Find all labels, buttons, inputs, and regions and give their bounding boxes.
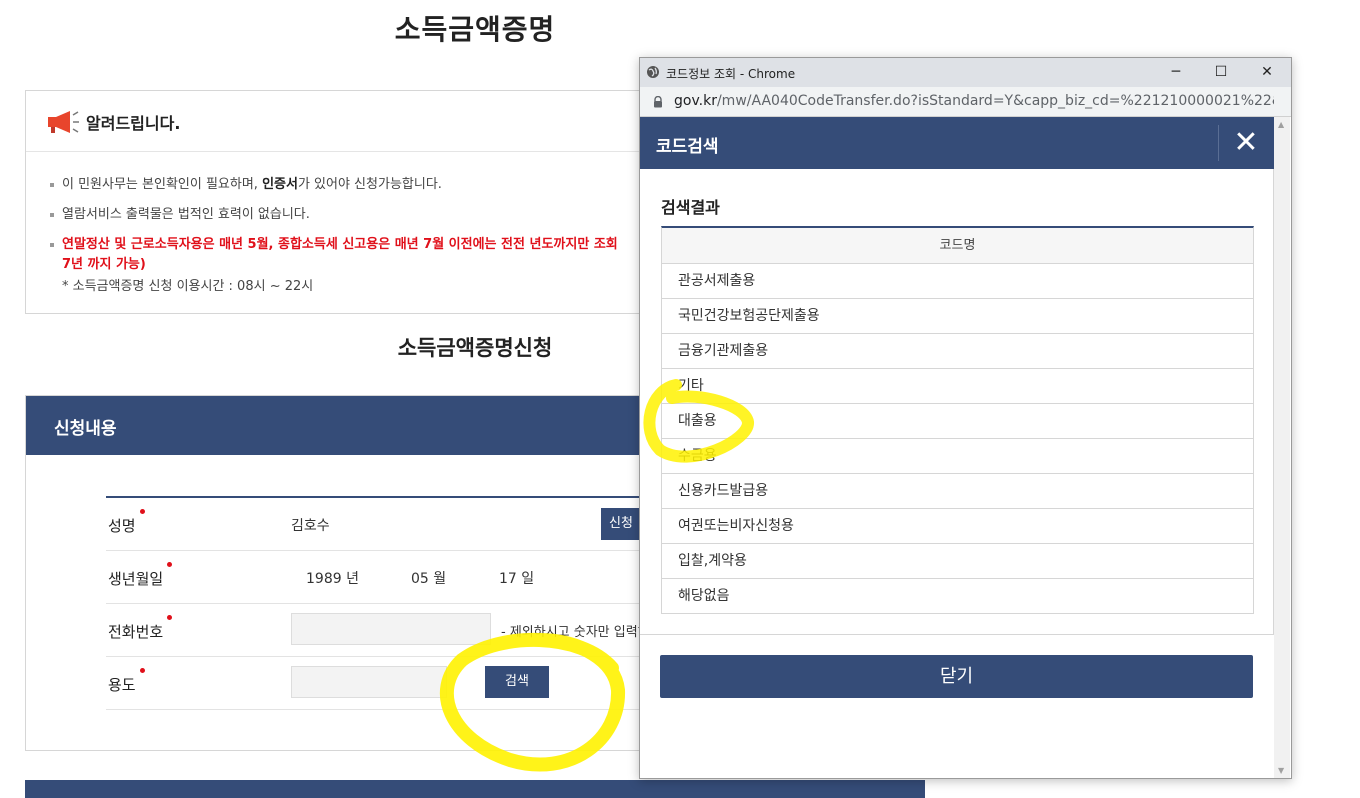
birth-year: 1989 년 (306, 571, 359, 587)
result-table: 코드명 관공서제출용 국민건강보험공단제출용 금융기관제출용 기타 대출용 수금… (661, 226, 1254, 614)
notice-title: 알려드립니다. (86, 114, 181, 133)
popup-content: 코드검색 ✕ 검색결과 코드명 관공서제출용 국민건강보험공단제출용 금융기관제… (640, 117, 1274, 778)
result-title: 검색결과 (661, 198, 720, 217)
list-item[interactable]: 국민건강보험공단제출용 (662, 299, 1253, 334)
window-title: 코드정보 조회 - Chrome (666, 67, 796, 81)
code-lookup-popup: 코드정보 조회 - Chrome ─ ☐ ✕ gov.kr/mw/AA040Co… (639, 57, 1292, 779)
column-header: 코드명 (662, 228, 1253, 264)
name-value: 김호수 (291, 518, 330, 534)
address-bar[interactable]: gov.kr/mw/AA040CodeTransfer.do?isStandar… (640, 87, 1291, 117)
scroll-up-icon[interactable]: ▲ (1278, 120, 1284, 129)
list-item[interactable]: 입찰,계약용 (662, 544, 1253, 579)
notice-line-4: 7년 까지 가능) (62, 257, 146, 272)
birth-label: 생년월일 (108, 562, 173, 589)
notice-line-1: 이 민원사무는 본인확인이 필요하며, 인증서가 있어야 신청가능합니다. (50, 173, 442, 192)
popup-header: 코드검색 ✕ (640, 117, 1274, 169)
page-title: 소득금액증명 (394, 13, 556, 46)
list-item[interactable]: 기타 (662, 369, 1253, 404)
scroll-down-icon[interactable]: ▼ (1278, 766, 1284, 775)
list-item[interactable]: 여권또는비자신청용 (662, 509, 1253, 544)
list-item[interactable]: 해당없음 (662, 579, 1253, 613)
popup-header-title: 코드검색 (656, 137, 719, 157)
apply-button[interactable]: 신청 (601, 508, 641, 540)
list-item[interactable]: 대출용 (662, 404, 1253, 439)
window-close-icon[interactable]: ✕ (1252, 62, 1282, 82)
lock-icon (654, 96, 662, 108)
purpose-label: 용도 (108, 668, 145, 695)
notice-line-2: 열람서비스 출력물은 법적인 효력이 없습니다. (50, 203, 310, 222)
list-item[interactable]: 금융기관제출용 (662, 334, 1253, 369)
birth-day: 17 일 (499, 571, 535, 587)
birth-month: 05 월 (411, 571, 447, 587)
globe-icon (647, 66, 659, 78)
list-item[interactable]: 관공서제출용 (662, 264, 1253, 299)
search-button[interactable]: 검색 (485, 666, 549, 698)
phone-label: 전화번호 (108, 615, 173, 642)
minimize-icon[interactable]: ─ (1161, 62, 1191, 82)
list-item[interactable]: 수금용 (662, 439, 1253, 474)
phone-input[interactable] (291, 613, 491, 645)
popup-close-icon[interactable]: ✕ (1218, 117, 1274, 169)
window-titlebar: 코드정보 조회 - Chrome ─ ☐ ✕ (640, 58, 1291, 87)
phone-hint: - 제외하시고 숫자만 입력하 (501, 625, 650, 640)
notice-line-3: 연말정산 및 근로소득자용은 매년 5월, 종합소득세 신고용은 매년 7월 이… (50, 233, 618, 252)
popup-scrollbar[interactable]: ▲ ▼ (1274, 117, 1290, 778)
maximize-icon[interactable]: ☐ (1206, 62, 1236, 82)
list-item[interactable]: 신용카드발급용 (662, 474, 1253, 509)
form-header-label: 신청내용 (54, 419, 117, 439)
megaphone-icon (48, 111, 79, 133)
name-label: 성명 (108, 509, 145, 536)
url-text: gov.kr/mw/AA040CodeTransfer.do?isStandar… (674, 93, 1274, 109)
next-section-header (25, 780, 925, 798)
notice-line-5: * 소득금액증명 신청 이용시간 : 08시 ~ 22시 (62, 279, 314, 294)
close-button[interactable]: 닫기 (660, 655, 1253, 698)
purpose-input[interactable] (291, 666, 447, 698)
